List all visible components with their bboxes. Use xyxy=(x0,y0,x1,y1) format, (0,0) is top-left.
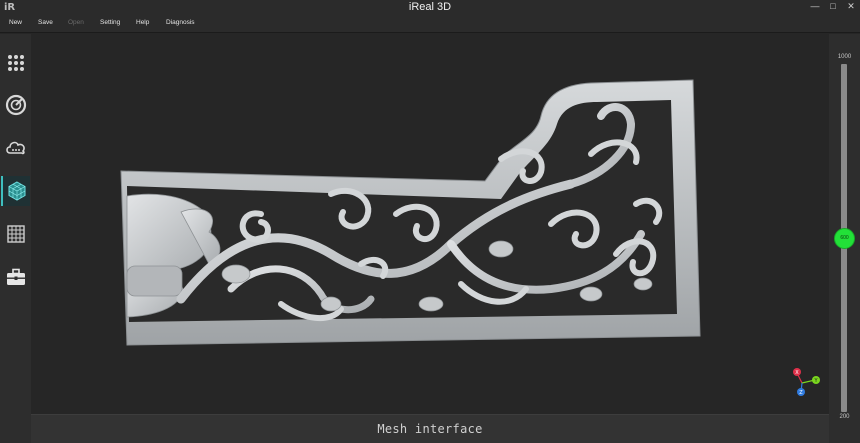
tool-grid-table[interactable] xyxy=(1,219,30,249)
slider-max-label: 1000 xyxy=(837,54,852,60)
tool-point-grid[interactable] xyxy=(1,48,30,78)
menu-help[interactable]: Help xyxy=(136,19,149,26)
window-title: iReal 3D xyxy=(408,1,452,13)
left-toolbar xyxy=(0,34,31,443)
maximize-button[interactable]: □ xyxy=(826,1,840,11)
tool-point-cloud[interactable] xyxy=(1,133,30,163)
right-slider-panel: 1000 600 200 xyxy=(829,34,860,443)
carved-panel-model xyxy=(120,79,701,346)
slider-min-label: 200 xyxy=(839,414,850,420)
axis-z-label: Z xyxy=(799,390,803,396)
app-window: iR iReal 3D — □ ✕ New Save Open Setting … xyxy=(0,0,860,443)
minimize-button[interactable]: — xyxy=(808,1,822,11)
3d-viewport[interactable]: X Y Z xyxy=(31,34,829,414)
title-bar: iR iReal 3D — □ ✕ xyxy=(0,0,860,16)
tool-mesh[interactable] xyxy=(1,176,30,206)
menu-bar: New Save Open Setting Help Diagnosis xyxy=(0,16,860,33)
scan-dial-icon xyxy=(5,94,26,116)
status-text: Mesh interface xyxy=(377,422,483,436)
toolbox-icon xyxy=(6,268,25,285)
grid-table-icon xyxy=(6,225,25,243)
axis-x-label: X xyxy=(795,370,799,376)
tool-scan[interactable] xyxy=(1,90,30,120)
menu-diagnosis[interactable]: Diagnosis xyxy=(166,19,195,26)
menu-new[interactable]: New xyxy=(9,19,22,26)
menu-open[interactable]: Open xyxy=(68,19,84,26)
menu-save[interactable]: Save xyxy=(38,19,53,26)
menu-setting[interactable]: Setting xyxy=(100,19,120,26)
point-cloud-icon xyxy=(5,141,25,155)
close-button[interactable]: ✕ xyxy=(844,1,858,12)
mesh-cube-icon xyxy=(8,181,25,201)
point-grid-icon xyxy=(7,55,24,71)
slider-knob[interactable]: 600 xyxy=(834,227,855,249)
status-bar: Mesh interface xyxy=(31,414,829,443)
axis-gizmo[interactable]: X Y Z xyxy=(787,366,823,396)
tool-toolbox[interactable] xyxy=(1,262,30,292)
